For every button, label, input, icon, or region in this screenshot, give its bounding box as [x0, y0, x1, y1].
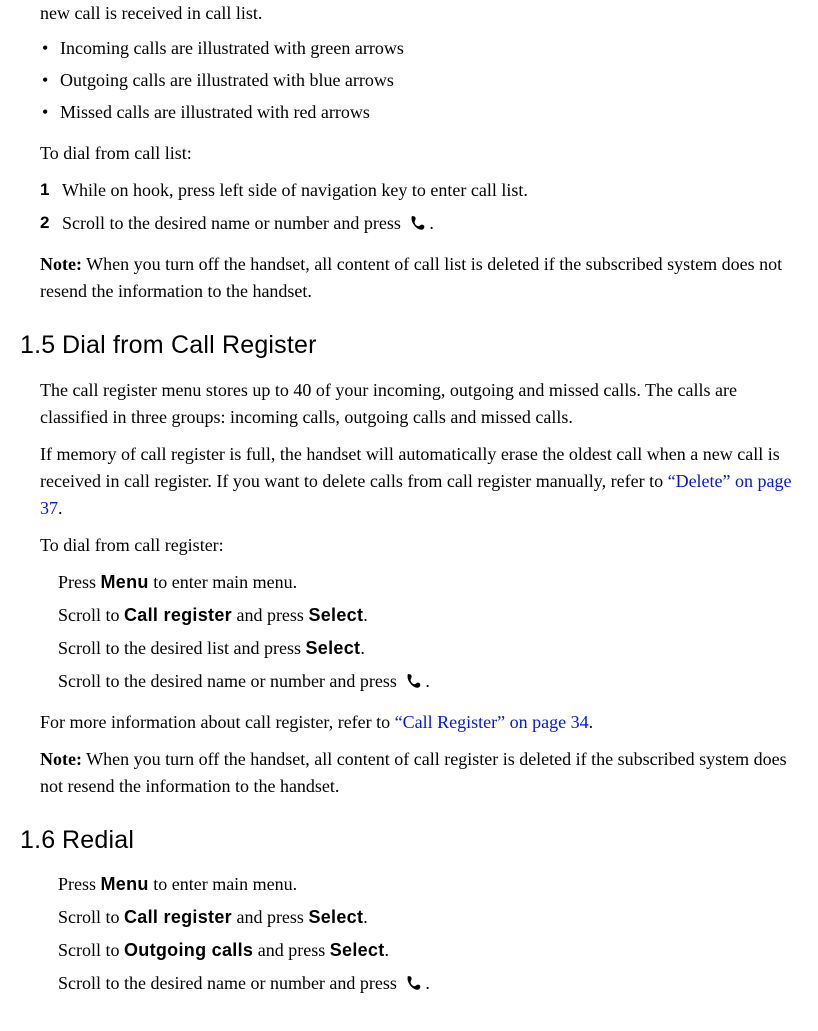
note-1: Note: When you turn off the handset, all… — [40, 251, 798, 305]
ui-call-register: Call register — [124, 605, 232, 625]
steps-call-register: Press Menu to enter main menu. Scroll to… — [58, 569, 798, 695]
steps-call-list: 1 While on hook, press left side of navi… — [40, 177, 798, 237]
sec15-p2: If memory of call register is full, the … — [40, 441, 798, 522]
sec15-p1: The call register menu stores up to 40 o… — [40, 377, 798, 431]
intro-fragment: new call is received in call list. — [40, 0, 798, 27]
call-icon — [403, 671, 423, 689]
step-text-1: While on hook, press left side of naviga… — [62, 177, 798, 204]
bullet-incoming: Incoming calls are illustrated with gree… — [40, 35, 798, 62]
step-num-2: 2 — [40, 210, 62, 236]
ui-call-register: Call register — [124, 907, 232, 927]
ui-select: Select — [330, 940, 385, 960]
sec15-more: For more information about call register… — [40, 709, 798, 736]
cr-step-2: Scroll to Call register and press Select… — [58, 602, 798, 629]
step-text-2: Scroll to the desired name or number and… — [62, 210, 798, 237]
to-dial-call-list: To dial from call list: — [40, 140, 798, 167]
ui-outgoing-calls: Outgoing calls — [124, 940, 253, 960]
note-2: Note: When you turn off the handset, all… — [40, 746, 798, 800]
bullet-outgoing: Outgoing calls are illustrated with blue… — [40, 67, 798, 94]
cr-step-4: Scroll to the desired name or number and… — [58, 668, 798, 695]
note-label: Note: — [40, 254, 82, 274]
heading-1-5: 1.5Dial from Call Register — [20, 327, 798, 365]
ui-menu: Menu — [101, 874, 149, 894]
call-arrow-bullets: Incoming calls are illustrated with gree… — [40, 35, 798, 126]
steps-redial: Press Menu to enter main menu. Scroll to… — [58, 871, 798, 997]
rd-step-2: Scroll to Call register and press Select… — [58, 904, 798, 931]
call-icon — [403, 973, 423, 991]
ui-select: Select — [305, 638, 360, 658]
step-num-1: 1 — [40, 177, 62, 203]
document-page: new call is received in call list. Incom… — [0, 0, 818, 1031]
call-icon — [407, 213, 427, 231]
cr-step-1: Press Menu to enter main menu. — [58, 569, 798, 596]
note-label: Note: — [40, 749, 82, 769]
ui-menu: Menu — [101, 572, 149, 592]
heading-1-6: 1.6Redial — [20, 822, 798, 860]
ui-select: Select — [308, 605, 363, 625]
rd-step-4: Scroll to the desired name or number and… — [58, 970, 798, 997]
rd-step-3: Scroll to Outgoing calls and press Selec… — [58, 937, 798, 964]
rd-step-1: Press Menu to enter main menu. — [58, 871, 798, 898]
cr-step-3: Scroll to the desired list and press Sel… — [58, 635, 798, 662]
bullet-missed: Missed calls are illustrated with red ar… — [40, 99, 798, 126]
ui-select: Select — [308, 907, 363, 927]
to-dial-call-register: To dial from call register: — [40, 532, 798, 559]
link-call-register-p34[interactable]: “Call Register” on page 34 — [395, 712, 589, 732]
